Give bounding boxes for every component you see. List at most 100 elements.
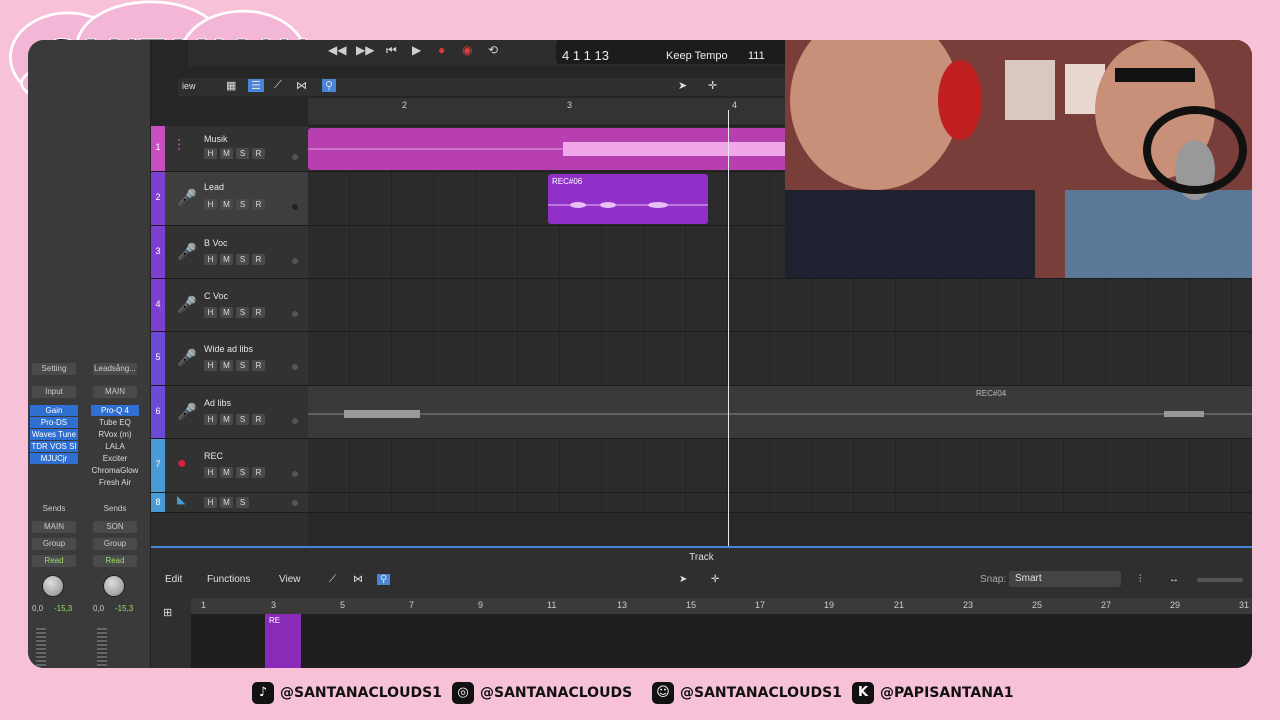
input-monitor-dot[interactable] [292,364,298,370]
hide-button[interactable]: H [204,307,217,318]
record-enable-button[interactable]: R [252,467,265,478]
solo-button[interactable]: S [236,148,249,159]
list-icon[interactable]: ☰ [248,79,264,92]
hide-button[interactable]: H [204,414,217,425]
solo-button[interactable]: S [236,414,249,425]
forward-icon[interactable]: ▶▶ [356,43,374,57]
view-menu[interactable]: View [279,574,301,585]
plugin-slot[interactable]: Fresh Air [91,477,139,488]
play-icon[interactable]: ▶ [412,43,421,57]
social-snapchat[interactable]: ☺ @SANTANACLOUDS1 [652,682,842,704]
waveform-zoom-icon[interactable]: ⫶ [1139,574,1142,585]
input-monitor-dot[interactable] [292,258,298,264]
track-name[interactable]: REC [204,451,223,461]
track-lane[interactable] [308,332,1252,386]
audio-region[interactable]: REC#06 [548,174,708,224]
solo-button[interactable]: S [236,360,249,371]
group-button[interactable]: Group [93,538,137,550]
input-monitor-dot[interactable] [292,154,298,160]
plugin-slot[interactable]: Waves Tune [30,429,78,440]
input-button[interactable]: MAIN [93,386,137,398]
pan-knob[interactable] [42,575,64,597]
record-enable-button[interactable]: R [252,414,265,425]
record-enable-button[interactable]: R [252,199,265,210]
bpm-display[interactable]: 111 [748,50,765,62]
solo-button[interactable]: S [236,467,249,478]
mute-button[interactable]: M [220,199,233,210]
track-name[interactable]: Ad libs [204,398,231,408]
plugin-slot[interactable]: TDR VOS SI [30,441,78,452]
record-icon[interactable]: ● [438,43,445,57]
fit-icon[interactable]: ↔ [1169,574,1179,585]
playhead[interactable] [728,110,729,586]
plugin-slot[interactable]: RVox (m) [91,429,139,440]
track-lane[interactable] [308,493,1252,513]
hide-button[interactable]: H [204,148,217,159]
grid-icon[interactable]: ▦ [226,79,236,92]
mute-button[interactable]: M [220,307,233,318]
input-monitor-dot[interactable] [292,311,298,317]
track-header[interactable]: 7 ● REC HMSR [151,439,308,493]
audio-region[interactable] [308,128,788,170]
editor-ruler[interactable]: 1 3 5 7 9 11 13 15 17 19 21 23 25 27 29 … [191,598,1252,614]
track-header[interactable]: 2 🎤 Lead HMSR [151,172,308,226]
output-button[interactable]: SON [93,521,137,533]
track-header[interactable]: 3 🎤 B Voc HMSR [151,226,308,279]
group-button[interactable]: Group [32,538,76,550]
mute-button[interactable]: M [220,148,233,159]
plugin-slot[interactable]: Gain [30,405,78,416]
plugin-slot[interactable]: MJUCjr [30,453,78,464]
social-kick[interactable]: K @PAPISANTANA1 [852,682,1014,704]
mute-button[interactable]: M [220,360,233,371]
add-track-icon[interactable]: ⊞ [163,606,172,619]
output-button[interactable]: MAIN [32,521,76,533]
automation-button[interactable]: Read [93,555,137,567]
cycle-icon[interactable]: ⟲ [488,43,498,57]
record-enable-button[interactable]: R [252,148,265,159]
view-menu[interactable]: iew [182,81,196,91]
input-monitor-dot[interactable] [292,500,298,506]
track-name[interactable]: B Voc [204,238,228,248]
track-name[interactable]: Wide ad libs [204,344,253,354]
plugin-slot[interactable]: Pro-Q 4 [91,405,139,416]
hide-button[interactable]: H [204,254,217,265]
track-lane[interactable]: REC#04 [308,386,1252,439]
track-lane[interactable] [308,279,1252,332]
editor-lane[interactable]: RE [191,614,1252,668]
hide-button[interactable]: H [204,467,217,478]
track-name[interactable]: Lead [204,182,224,192]
input-button[interactable]: Input [32,386,76,398]
track-lane[interactable] [308,439,1252,493]
crosshair-tool-icon[interactable]: ✛ [708,79,717,92]
track-name[interactable]: Musik [204,134,228,144]
hide-button[interactable]: H [204,360,217,371]
flex-icon[interactable]: ⋈ [296,79,307,92]
edit-menu[interactable]: Edit [165,574,182,585]
solo-button[interactable]: S [236,254,249,265]
solo-button[interactable]: S [236,307,249,318]
to-start-icon[interactable]: ⏮ [386,43,397,58]
input-monitor-dot[interactable] [292,204,298,210]
track-header[interactable]: 8 ◣ HMS [151,493,308,513]
snap-icon[interactable]: ⚲ [377,574,391,585]
zoom-slider[interactable] [1197,578,1243,582]
hide-button[interactable]: H [204,497,217,508]
functions-menu[interactable]: Functions [207,574,250,585]
mute-button[interactable]: M [220,467,233,478]
plugin-slot[interactable]: ChromaGlow [91,465,139,476]
setting-button[interactable]: Leadsång... [93,363,137,375]
plugin-slot[interactable]: Tube EQ [91,417,139,428]
solo-button[interactable]: S [236,497,249,508]
input-monitor-dot[interactable] [292,418,298,424]
pointer-tool-icon[interactable]: ➤ [679,574,687,585]
record-enable-button[interactable]: R [252,254,265,265]
pan-knob[interactable] [103,575,125,597]
audio-region[interactable]: RE [265,614,301,668]
solo-button[interactable]: S [236,199,249,210]
plugin-slot[interactable]: Pro-DS [30,417,78,428]
record-enable-button[interactable]: R [252,360,265,371]
track-header[interactable]: 6 🎤 Ad libs HMSR [151,386,308,439]
social-instagram[interactable]: ◎ @SANTANACLOUDS [452,682,632,704]
social-tiktok[interactable]: ♪ @SANTANACLOUDS1 [252,682,442,704]
rewind-icon[interactable]: ◀◀ [328,43,346,57]
